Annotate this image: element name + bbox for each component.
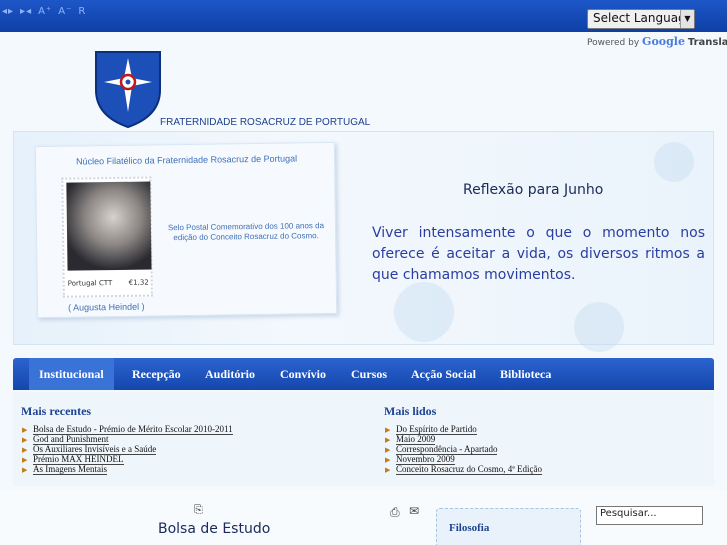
arrow-icon: ▶ (385, 466, 391, 474)
prev-icon[interactable]: ◂▸ (2, 6, 14, 17)
powered-by-text: Powered by (587, 38, 640, 48)
list-item[interactable]: ▶ Correspondência - Apartado (384, 444, 542, 455)
stamp-country: Portugal CTT (67, 279, 113, 288)
stamp-card[interactable]: Núcleo Filatélico da Fraternidade Rosacr… (34, 141, 338, 319)
print-icon[interactable]: ⎙ (390, 505, 400, 520)
nav-item-convivio[interactable]: Convívio (280, 358, 326, 390)
nav-item-cursos[interactable]: Cursos (351, 358, 387, 390)
recent-title: Mais recentes (21, 404, 92, 418)
list-item[interactable]: ▶ Prémio MAX HEINDEL (21, 454, 233, 465)
article-lists: Mais recentes ▶ Bolsa de Estudo - Prémio … (13, 392, 714, 486)
stamp-title: Núcleo Filatélico da Fraternidade Rosacr… (75, 153, 298, 167)
pdf-icon[interactable]: ⎘ (194, 503, 203, 517)
accessibility-toolbar: ◂▸ ▸◂ A⁺ A⁻ R (2, 6, 92, 17)
decorative-flower (394, 282, 454, 342)
reflection-title: Reflexão para Junho (463, 182, 604, 198)
nav-item-auditorio[interactable]: Auditório (205, 358, 255, 390)
article-title[interactable]: Bolsa de Estudo (158, 521, 270, 537)
reflection-text: Viver intensamente o que o momento nos o… (372, 225, 705, 283)
font-decrease-button[interactable]: A⁻ (58, 6, 72, 17)
nav-item-recepcao[interactable]: Recepção (132, 358, 181, 390)
font-reset-button[interactable]: R (78, 6, 86, 17)
google-logo: Google (642, 35, 685, 48)
top-bar: ◂▸ ▸◂ A⁺ A⁻ R Select Language ▼ (0, 0, 727, 32)
decorative-flower (654, 142, 694, 182)
next-icon[interactable]: ▸◂ (20, 6, 32, 17)
main-nav: Institucional Recepção Auditório Convívi… (13, 358, 714, 390)
stamp-caption: ( Augusta Heindel ) (68, 301, 145, 313)
search-input[interactable]: Pesquisar... (596, 506, 703, 525)
email-icon[interactable]: ✉ (409, 504, 419, 518)
list-item[interactable]: ▶ As Imagens Mentais (21, 464, 233, 475)
chevron-down-icon: ▼ (680, 10, 694, 28)
decorative-flower (574, 302, 624, 352)
stamp-portrait (66, 181, 152, 271)
list-item[interactable]: ▶ Novembro 2009 (384, 454, 542, 465)
translate-text[interactable]: Translate (688, 37, 727, 48)
font-increase-button[interactable]: A⁺ (38, 6, 52, 17)
language-select-label: Select Language (593, 11, 694, 25)
google-translate-credit: Powered by Google Translate (587, 35, 727, 48)
list-item[interactable]: ▶ Do Espírito de Partido (384, 424, 542, 435)
list-item[interactable]: ▶ Conceito Rosacruz do Cosmo, 4ª Edição (384, 464, 542, 475)
nav-item-biblioteca[interactable]: Biblioteca (500, 358, 551, 390)
nav-item-accao-social[interactable]: Acção Social (411, 358, 476, 390)
list-item[interactable]: ▶ Maio 2009 (384, 434, 542, 445)
stamp-description: Selo Postal Comemorativo dos 100 anos da… (167, 221, 325, 243)
list-item[interactable]: ▶ God and Punishment (21, 434, 233, 445)
list-item[interactable]: ▶ Os Auxiliares Invisíveis e a Saúde (21, 444, 233, 455)
most-read-title: Mais lidos (384, 404, 437, 418)
recent-articles: Mais recentes ▶ Bolsa de Estudo - Prémio … (21, 404, 233, 475)
arrow-icon: ▶ (22, 466, 28, 474)
rosicrucian-shield-logo[interactable] (94, 50, 162, 128)
most-read-articles: Mais lidos ▶ Do Espírito de Partido ▶ Maio… (384, 404, 542, 475)
language-select[interactable]: Select Language ▼ (587, 9, 695, 29)
stamp-value: €1,32 (128, 278, 149, 287)
nav-item-institucional[interactable]: Institucional (29, 358, 114, 390)
list-item[interactable]: ▶ Bolsa de Estudo - Prémio de Mérito Esco… (21, 424, 233, 435)
stamp-image: Portugal CTT €1,32 (61, 176, 153, 298)
organization-name: FRATERNIDADE ROSACRUZ DE PORTUGAL (160, 117, 371, 128)
sidebar-title[interactable]: Filosofia (449, 522, 489, 534)
